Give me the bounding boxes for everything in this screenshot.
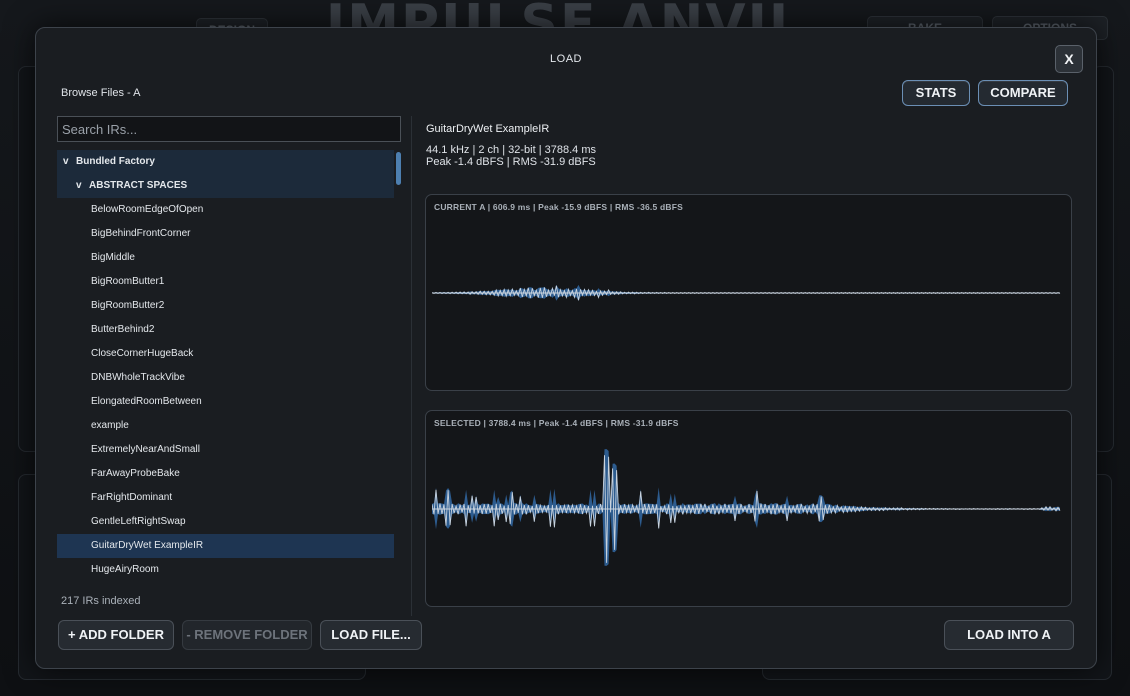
tree-item[interactable]: BigRoomButter1	[57, 270, 394, 294]
selected-waveform-panel: SELECTED | 3788.4 ms | Peak -1.4 dBFS | …	[425, 410, 1072, 607]
tree-item[interactable]: BigBehindFrontCorner	[57, 222, 394, 246]
tree-folder-label: ABSTRACT SPACES	[89, 180, 188, 191]
tree-item[interactable]: ExtremelyNearAndSmall	[57, 438, 394, 462]
tree-scrollbar[interactable]	[396, 152, 401, 185]
search-input[interactable]	[57, 116, 401, 142]
compare-button[interactable]: COMPARE	[978, 80, 1068, 106]
file-details: 44.1 kHz | 2 ch | 32-bit | 3788.4 ms Pea…	[426, 144, 596, 168]
load-into-button[interactable]: LOAD INTO A	[944, 620, 1074, 650]
close-button[interactable]: X	[1055, 45, 1083, 73]
current-waveform-panel: CURRENT A | 606.9 ms | Peak -15.9 dBFS |…	[425, 194, 1072, 391]
selected-file-name: GuitarDryWet ExampleIR	[426, 123, 550, 135]
tree-item[interactable]: GentleLeftRightSwap	[57, 510, 394, 534]
tree-item[interactable]: HugeAiryRoom	[57, 558, 394, 582]
load-dialog: LOAD X Browse Files - A STATS COMPARE vB…	[35, 27, 1097, 669]
dialog-title: LOAD	[550, 53, 582, 65]
tree-root-label: Bundled Factory	[76, 156, 155, 167]
tree-item[interactable]: BigMiddle	[57, 246, 394, 270]
tree-item[interactable]: FarAwayProbeBake	[57, 462, 394, 486]
tree-item[interactable]: example	[57, 414, 394, 438]
remove-folder-button[interactable]: - REMOVE FOLDER	[182, 620, 312, 650]
chevron-down-icon: v	[76, 180, 82, 191]
tree-item[interactable]: DNBWholeTrackVibe	[57, 366, 394, 390]
tree-folder-abstract-spaces[interactable]: v ABSTRACT SPACES	[57, 174, 394, 198]
tree-item[interactable]: ButterBehind2	[57, 318, 394, 342]
tree-root-bundled-factory[interactable]: v Bundled Factory	[57, 150, 394, 174]
tree-item[interactable]: CloseCornerHugeBack	[57, 342, 394, 366]
add-folder-button[interactable]: + ADD FOLDER	[58, 620, 174, 650]
tree-item[interactable]: BigRoomButter2	[57, 294, 394, 318]
indexed-count: 217 IRs indexed	[61, 595, 141, 607]
tree-item[interactable]: GuitarDryWet ExampleIR	[57, 534, 394, 558]
panel-divider	[411, 116, 412, 616]
tree-item[interactable]: ElongatedRoomBetween	[57, 390, 394, 414]
current-waveform	[432, 284, 1061, 301]
tree-item-list: BelowRoomEdgeOfOpen BigBehindFrontCorner B…	[57, 198, 394, 582]
browse-label: Browse Files - A	[61, 87, 141, 99]
format-line: 44.1 kHz | 2 ch | 32-bit | 3788.4 ms	[426, 144, 596, 156]
load-file-button[interactable]: LOAD FILE...	[320, 620, 422, 650]
tree-item[interactable]: BelowRoomEdgeOfOpen	[57, 198, 394, 222]
tree-item[interactable]: FarRightDominant	[57, 486, 394, 510]
waveform-fill	[432, 449, 1060, 566]
level-line: Peak -1.4 dBFS | RMS -31.9 dBFS	[426, 156, 596, 168]
stats-button[interactable]: STATS	[902, 80, 970, 106]
chevron-down-icon: v	[63, 156, 69, 167]
selected-waveform	[432, 449, 1061, 566]
ir-tree: v Bundled Factory v ABSTRACT SPACES BelowR…	[57, 150, 394, 588]
